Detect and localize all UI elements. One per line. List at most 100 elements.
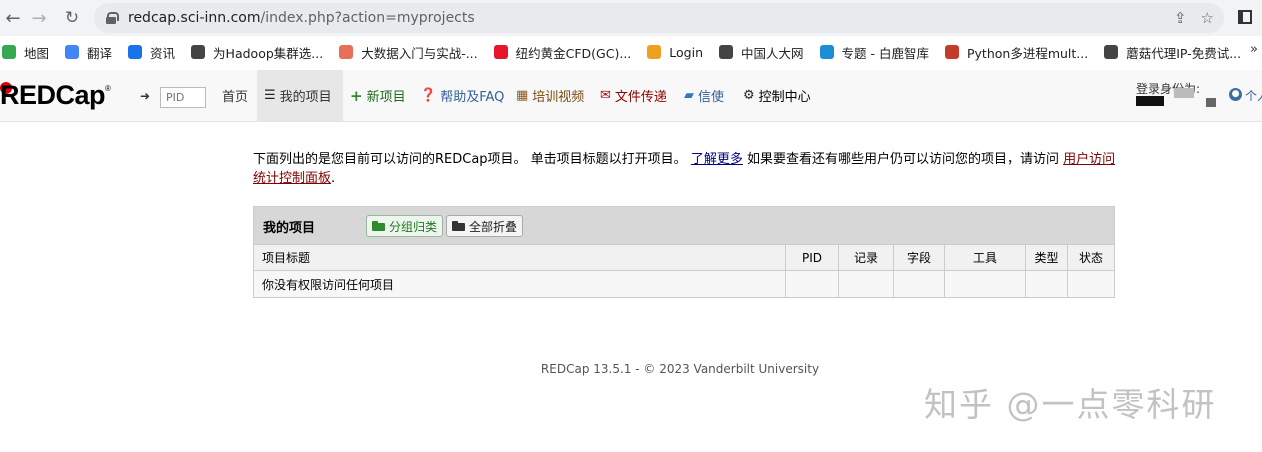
bookmark-item[interactable]: 中国人大网	[719, 43, 804, 62]
folder-icon	[452, 221, 465, 231]
intro-text: 下面列出的是您目前可以访问的REDCap项目。 单击项目标题以打开项目。 了解更…	[253, 150, 1123, 188]
plus-icon: +	[350, 86, 363, 105]
bookmark-label: 大数据入门与实战-...	[361, 45, 478, 61]
footer-copyright: REDCap 13.5.1 - © 2023 Vanderbilt Univer…	[540, 362, 820, 376]
forward-arrow-icon[interactable]: →	[26, 5, 52, 31]
globe-icon	[1104, 45, 1119, 59]
redcap-navbar: REDCap® ➜ 首页 ☰ 我的项目 + 新项目 ❓ 帮助及FAQ ▦ 培训视…	[0, 70, 1262, 122]
nav-messenger-label: 信使	[698, 90, 725, 105]
nav-home-label: 首页	[222, 90, 249, 105]
learn-more-link[interactable]: 了解更多	[691, 152, 743, 167]
nav-file-share[interactable]: ✉ 文件传递	[600, 70, 667, 121]
collapse-all-button[interactable]: 全部折叠	[446, 215, 524, 237]
bookmark-label: 纽约黄金CFD(GC)...	[515, 45, 632, 61]
table-cell	[1068, 271, 1114, 297]
lock-icon[interactable]	[106, 12, 119, 24]
browser-toolbar: ← → ↻ redcap.sci-inn.com/index.php?actio…	[0, 0, 1262, 36]
redacted-username	[1174, 88, 1194, 98]
list-icon: ☰	[264, 88, 276, 103]
bookmark-item[interactable]: 翻译	[65, 43, 112, 62]
col-type[interactable]: 类型	[1026, 245, 1068, 270]
sidebar-toggle-icon[interactable]	[1238, 10, 1252, 24]
pid-search-input[interactable]	[160, 87, 206, 108]
jianshu-icon	[339, 45, 354, 59]
col-instruments[interactable]: 工具	[945, 245, 1026, 270]
back-arrow-icon[interactable]: ←	[0, 5, 26, 31]
collapse-all-label: 全部折叠	[469, 219, 518, 234]
bookmark-label: 专题 - 白鹿智库	[841, 45, 929, 61]
bookmark-label: 翻译	[87, 45, 113, 61]
share-icon[interactable]: ⇪	[1174, 9, 1187, 27]
bookmark-item[interactable]: Login	[647, 45, 703, 60]
column-header-row: 项目标题 PID 记录 字段 工具 类型 状态	[254, 245, 1114, 271]
chat-bubble-icon: ▰	[684, 88, 694, 103]
nav-file-share-label: 文件传递	[614, 90, 667, 105]
redacted-username	[1136, 96, 1164, 106]
bookmark-label: 蘑菇代理IP-免费试...	[1126, 45, 1242, 61]
watermark: 知乎 @一点零科研	[924, 385, 1217, 424]
organize-folders-button[interactable]: 分组归类	[366, 215, 444, 237]
nav-home[interactable]: 首页	[216, 70, 254, 121]
nav-help[interactable]: ❓ 帮助及FAQ	[420, 70, 504, 121]
bookmark-label: 地图	[24, 45, 50, 61]
question-circle-icon: ❓	[420, 88, 437, 103]
sign-in-icon: ➜	[140, 89, 151, 103]
news-icon	[128, 45, 143, 59]
empty-message: 你没有权限访问任何项目	[254, 271, 786, 297]
col-fields[interactable]: 字段	[894, 245, 945, 270]
col-project-title[interactable]: 项目标题	[254, 245, 786, 270]
url-host: redcap.sci-inn.com	[128, 10, 261, 26]
table-cell	[786, 271, 839, 297]
nav-my-projects-label: 我的项目	[279, 90, 332, 105]
nav-messenger[interactable]: ▰ 信使	[684, 70, 724, 121]
nav-new-project-label: 新项目	[366, 90, 406, 105]
bookmark-item[interactable]: 大数据入门与实战-...	[339, 43, 478, 62]
bookmark-label: 为Hadoop集群选...	[213, 45, 324, 61]
nav-control-center-label: 控制中心	[758, 90, 811, 105]
bookmark-star-icon[interactable]: ☆	[1201, 9, 1214, 27]
nav-help-label: 帮助及FAQ	[440, 90, 505, 105]
redcap-logo[interactable]: REDCap®	[0, 80, 111, 111]
address-bar[interactable]: redcap.sci-inn.com/index.php?action=mypr…	[94, 3, 1224, 33]
bookmark-item[interactable]: 资讯	[128, 43, 175, 62]
bookmark-label: Python多进程mult...	[967, 45, 1089, 61]
bookmark-item[interactable]: 为Hadoop集群选...	[191, 43, 323, 62]
col-status[interactable]: 状态	[1068, 245, 1114, 270]
weibo-icon	[493, 45, 508, 59]
envelope-icon: ✉	[600, 88, 611, 103]
intro-sentence-2: 如果要查看还有哪些用户仍可以访问您的项目，请访问	[746, 152, 1059, 167]
user-circle-icon[interactable]: ●	[1229, 88, 1242, 101]
bookmark-label: 中国人大网	[741, 45, 804, 61]
nav-my-projects[interactable]: ☰ 我的项目	[257, 70, 343, 121]
translate-icon	[65, 45, 80, 59]
bookmark-item[interactable]: 蘑菇代理IP-免费试...	[1104, 43, 1241, 62]
bookmarks-overflow-icon[interactable]: »	[1250, 42, 1258, 57]
site-icon	[191, 45, 206, 59]
bookmark-item[interactable]: 纽约黄金CFD(GC)...	[493, 43, 632, 62]
table-cell	[894, 271, 945, 297]
bookmark-label: 资讯	[150, 45, 176, 61]
globe-icon	[719, 45, 734, 59]
user-profile-link[interactable]: 个人	[1245, 87, 1262, 104]
my-projects-table: 我的项目 分组归类 全部折叠 项目标题 PID 记录 字段 工具 类型 状态 你…	[253, 206, 1115, 298]
login-icon	[647, 45, 662, 59]
url-path: /index.php?action=myprojects	[260, 10, 475, 26]
table-row: 你没有权限访问任何项目	[254, 271, 1114, 297]
film-icon: ▦	[516, 88, 529, 103]
csdn-icon	[945, 45, 959, 59]
folder-open-icon	[372, 221, 385, 231]
reload-icon[interactable]: ↻	[59, 5, 85, 31]
col-pid[interactable]: PID	[786, 245, 839, 270]
nav-training-videos[interactable]: ▦ 培训视频	[516, 70, 584, 121]
col-records[interactable]: 记录	[839, 245, 894, 270]
bookmark-item[interactable]: 专题 - 白鹿智库	[819, 43, 929, 62]
nav-new-project[interactable]: + 新项目	[350, 70, 406, 121]
table-cell	[945, 271, 1026, 297]
bookmark-label: Login	[669, 44, 704, 60]
nav-control-center[interactable]: ⚙ 控制中心	[743, 70, 811, 121]
bookmark-item[interactable]: Python多进程mult...	[945, 43, 1088, 62]
bookmark-item[interactable]: 地图	[2, 43, 49, 62]
organize-folders-label: 分组归类	[389, 219, 438, 234]
maps-icon	[2, 45, 16, 59]
table-cell	[839, 271, 894, 297]
